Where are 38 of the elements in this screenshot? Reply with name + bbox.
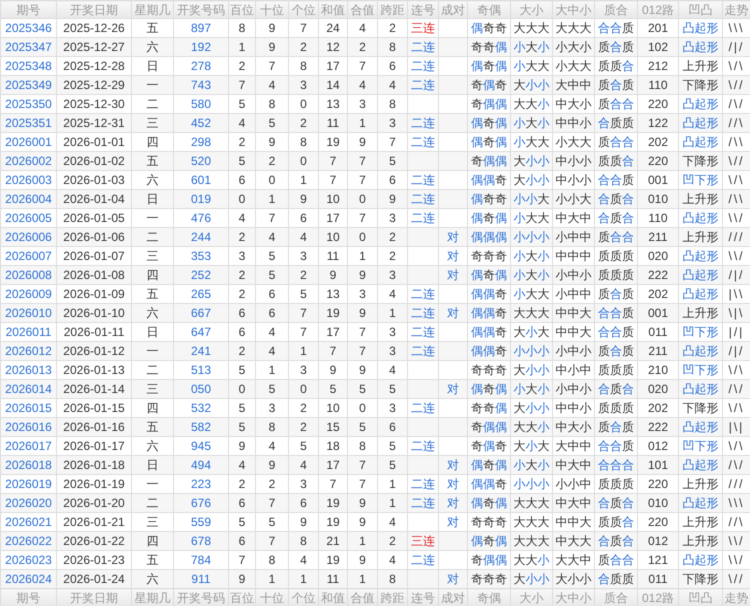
column-header: 十位 <box>256 0 288 18</box>
column-header: 个位 <box>288 588 318 606</box>
column-header: 大小 <box>510 588 552 606</box>
column-header: 奇偶 <box>468 0 510 18</box>
column-header: 走势 <box>722 0 750 18</box>
column-header: 凹凸 <box>678 0 722 18</box>
column-header: 大中小 <box>552 588 594 606</box>
column-header: 大小 <box>510 0 552 18</box>
column-header: 质合 <box>594 588 638 606</box>
column-header: 期号 <box>0 0 56 18</box>
column-header: 个位 <box>288 0 318 18</box>
column-header: 合值 <box>348 0 378 18</box>
column-header: 质合 <box>594 0 638 18</box>
column-header: 合值 <box>348 588 378 606</box>
column-header: 成对 <box>438 588 468 606</box>
column-header: 和值 <box>318 0 348 18</box>
column-header: 百位 <box>228 588 256 606</box>
column-header: 大中小 <box>552 0 594 18</box>
column-header: 十位 <box>256 588 288 606</box>
column-header: 跨距 <box>378 588 408 606</box>
column-header: 成对 <box>438 0 468 18</box>
column-header: 奇偶 <box>468 588 510 606</box>
column-header: 期号 <box>0 588 56 606</box>
column-header: 开奖日期 <box>56 588 132 606</box>
column-header: 走势 <box>722 588 750 606</box>
column-header: 跨距 <box>378 0 408 18</box>
column-header: 开奖号码 <box>174 588 228 606</box>
column-header: 开奖号码 <box>174 0 228 18</box>
column-header: 012路 <box>638 588 678 606</box>
column-header: 连号 <box>408 588 438 606</box>
column-header: 和值 <box>318 588 348 606</box>
column-header: 连号 <box>408 0 438 18</box>
column-header: 星期几 <box>132 0 174 18</box>
column-header: 星期几 <box>132 588 174 606</box>
column-header: 开奖日期 <box>56 0 132 18</box>
column-header: 012路 <box>638 0 678 18</box>
column-header: 凹凸 <box>678 588 722 606</box>
column-header: 百位 <box>228 0 256 18</box>
